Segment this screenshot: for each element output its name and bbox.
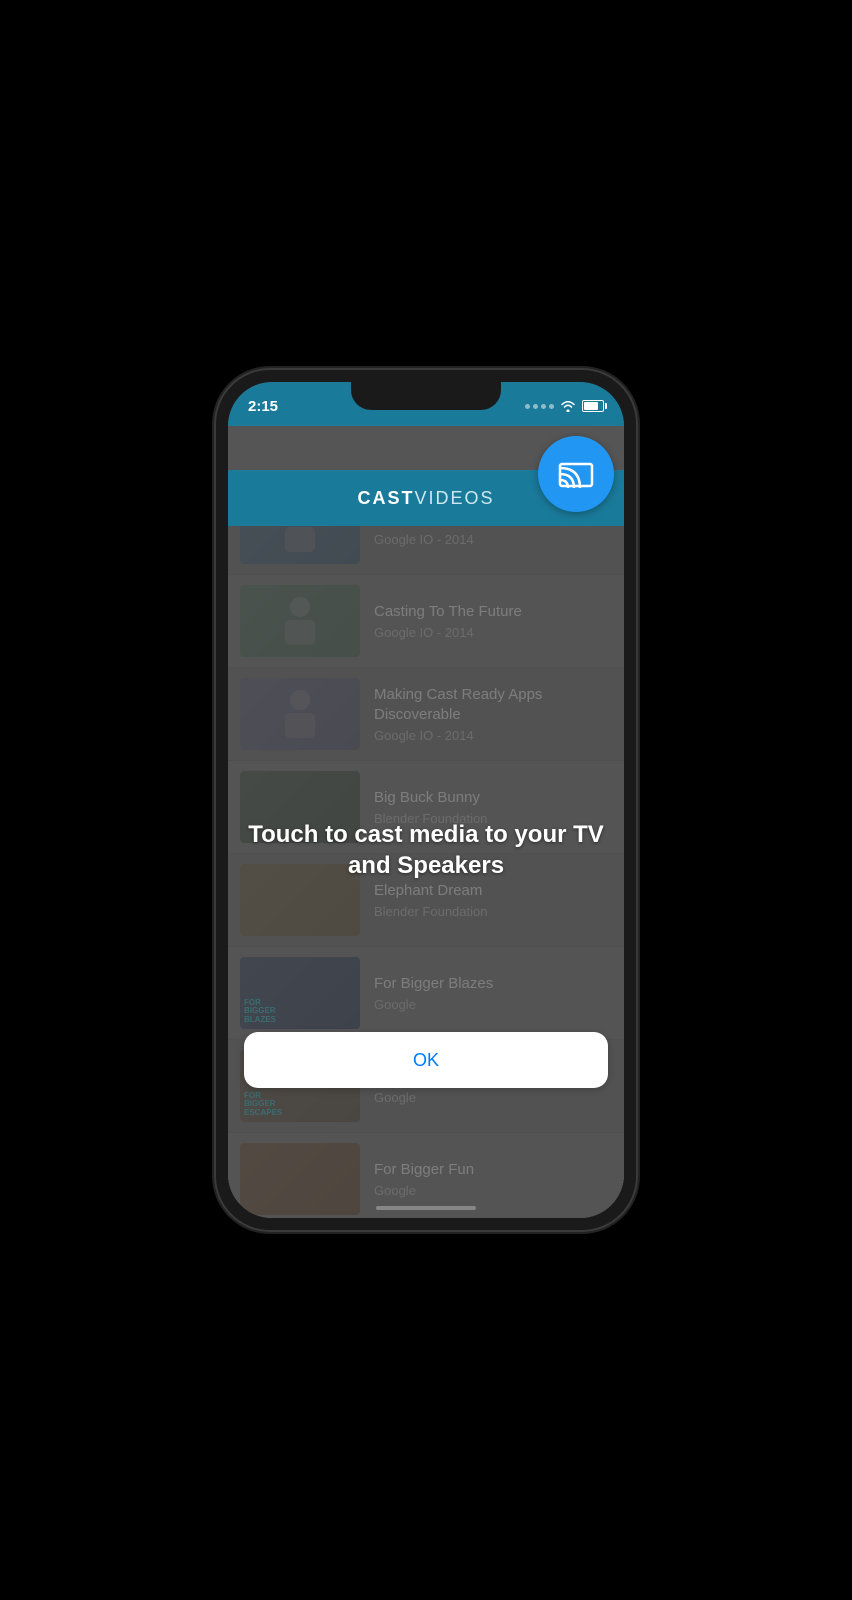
status-icons: [525, 396, 604, 412]
ok-label: OK: [413, 1050, 439, 1071]
app-header-container: CASTVIDEOS: [228, 426, 624, 482]
cast-overlay-text: Touch to cast media to your TV and Speak…: [248, 819, 604, 881]
signal-dot-4: [549, 404, 554, 409]
ok-button[interactable]: OK: [244, 1032, 608, 1088]
cast-fab-button[interactable]: [538, 436, 614, 512]
phone-frame: 2:15: [216, 370, 636, 1230]
signal-dot-2: [533, 404, 538, 409]
signal-dots: [525, 404, 554, 409]
wifi-icon: [560, 400, 576, 412]
content-area: Designing For Google CastGoogle IO - 201…: [228, 482, 624, 1218]
cast-overlay[interactable]: Touch to cast media to your TV and Speak…: [228, 482, 624, 1218]
app-title-videos: VIDEOS: [414, 488, 494, 508]
app-title-cast: CAST: [357, 488, 414, 508]
signal-dot-1: [525, 404, 530, 409]
battery-fill: [584, 402, 598, 410]
phone-screen: 2:15: [228, 382, 624, 1218]
home-indicator: [376, 1206, 476, 1210]
app-title: CASTVIDEOS: [357, 488, 494, 509]
cast-icon: [558, 460, 594, 488]
battery-icon: [582, 400, 604, 412]
status-time: 2:15: [248, 394, 278, 415]
notch: [351, 382, 501, 410]
signal-dot-3: [541, 404, 546, 409]
